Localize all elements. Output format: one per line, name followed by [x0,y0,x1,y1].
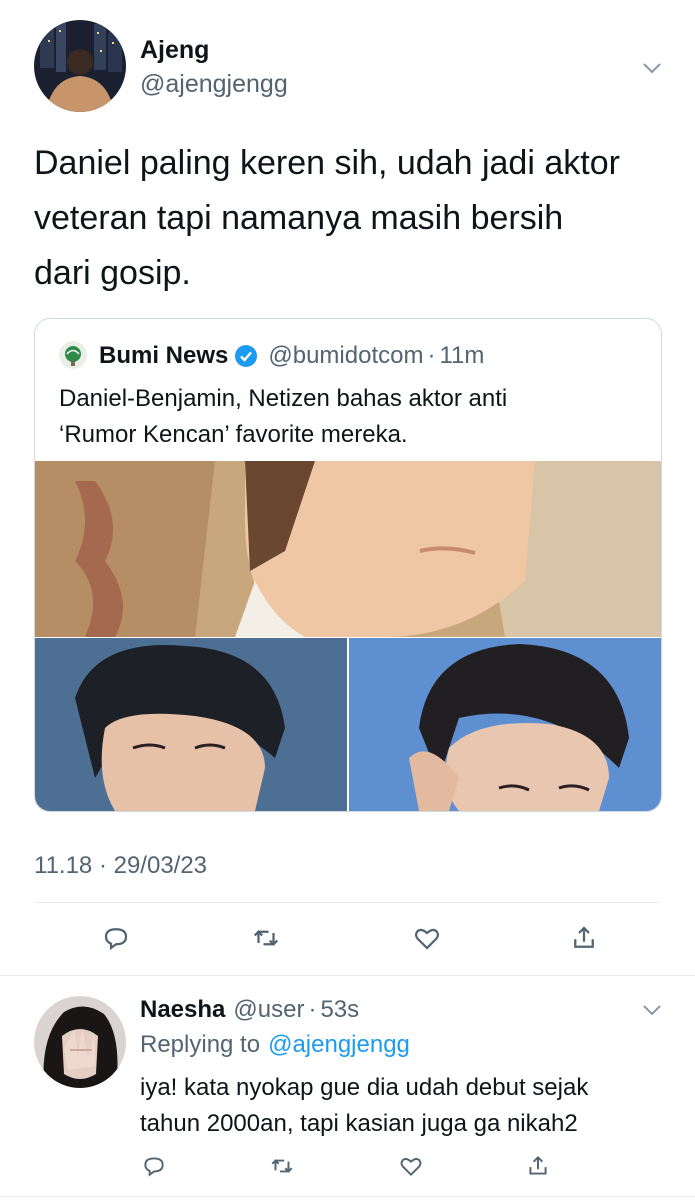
reply-separator: · [308,996,317,1023]
reply-icon[interactable] [96,918,136,958]
replying-to-handle-link[interactable]: @ajengjengg [268,1031,410,1059]
reply-author-avatar[interactable] [34,996,126,1088]
reply-author-name[interactable]: Naesha [140,996,225,1024]
quote-avatar [59,341,87,369]
reply-icon[interactable] [134,1146,174,1186]
quote-text-line: ‘Rumor Kencan’ favorite mereka. [59,421,408,448]
reply-text-line: tahun 2000an, tapi kasian juga ga nikah2 [140,1110,578,1137]
reply-time: 53s [320,996,360,1023]
share-icon[interactable] [518,1146,558,1186]
quote-text: Daniel-Benjamin, Netizen bahas aktor ant… [59,381,649,453]
quote-time: 11m [439,342,485,369]
heart-icon[interactable] [407,918,447,958]
quote-text-line: Daniel-Benjamin, Netizen bahas aktor ant… [59,385,508,412]
tweet-text-line: veteran tapi namanya masih bersih [34,199,564,237]
chevron-down-icon[interactable] [640,998,664,1022]
quoted-tweet-card[interactable]: Bumi News @bumidotcom · 11m Daniel-Benja… [34,318,662,812]
tweet-text-line: dari gosip. [34,254,191,292]
share-icon[interactable] [564,918,604,958]
verified-badge-icon [234,344,258,368]
divider [0,975,695,976]
reply-author-handle[interactable]: @user [233,996,304,1024]
author-avatar[interactable] [34,20,126,112]
replying-to-label: Replying to [140,1031,261,1058]
tweet-text-line: Daniel paling keren sih, udah jadi aktor [34,144,620,182]
retweet-icon[interactable] [246,918,286,958]
quote-author-name[interactable]: Bumi News [99,342,228,370]
author-handle[interactable]: @ajengjengg [140,70,288,99]
reply-text: iya! kata nyokap gue dia udah debut seja… [140,1070,680,1142]
quote-media-bottom-right[interactable] [349,638,661,811]
chevron-down-icon[interactable] [640,56,664,80]
tweet-text: Daniel paling keren sih, udah jadi aktor… [34,136,664,301]
tweet-timestamp: 11.18 · 29/03/23 [34,852,208,879]
retweet-icon[interactable] [262,1146,302,1186]
quote-author-handle[interactable]: @bumidotcom [268,342,423,370]
author-name[interactable]: Ajeng [140,36,209,65]
heart-icon[interactable] [391,1146,431,1186]
quote-media-bottom-left[interactable] [35,638,347,811]
quote-media-top[interactable] [35,461,661,637]
quote-separator: · [427,342,436,369]
divider [0,1196,695,1197]
divider [34,902,660,903]
reply-text-line: iya! kata nyokap gue dia udah debut seja… [140,1074,589,1101]
